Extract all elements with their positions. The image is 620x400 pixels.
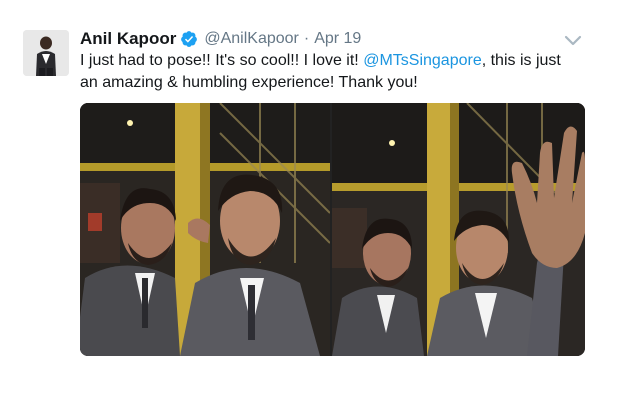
mention-link[interactable]: @MTsSingapore [363, 52, 482, 69]
tweet-text: I just had to pose!! It's so cool!! I lo… [80, 50, 580, 94]
author-name[interactable]: Anil Kapoor [80, 29, 176, 49]
tweet-text-part: I just had to pose!! It's so cool!! I lo… [80, 52, 364, 69]
photo-left[interactable] [80, 103, 330, 356]
tweet: Anil Kapoor @AnilKapoor · Apr 19 I just … [0, 0, 620, 400]
verified-badge-icon [180, 30, 198, 48]
tweet-header: Anil Kapoor @AnilKapoor · Apr 19 [80, 28, 361, 50]
avatar[interactable] [23, 30, 69, 76]
tweet-media [80, 103, 585, 356]
tweet-date[interactable]: Apr 19 [314, 30, 361, 48]
author-handle[interactable]: @AnilKapoor [204, 30, 299, 48]
separator-dot: · [303, 30, 310, 47]
photo-right[interactable] [332, 103, 585, 356]
chevron-down-icon[interactable] [564, 34, 582, 46]
